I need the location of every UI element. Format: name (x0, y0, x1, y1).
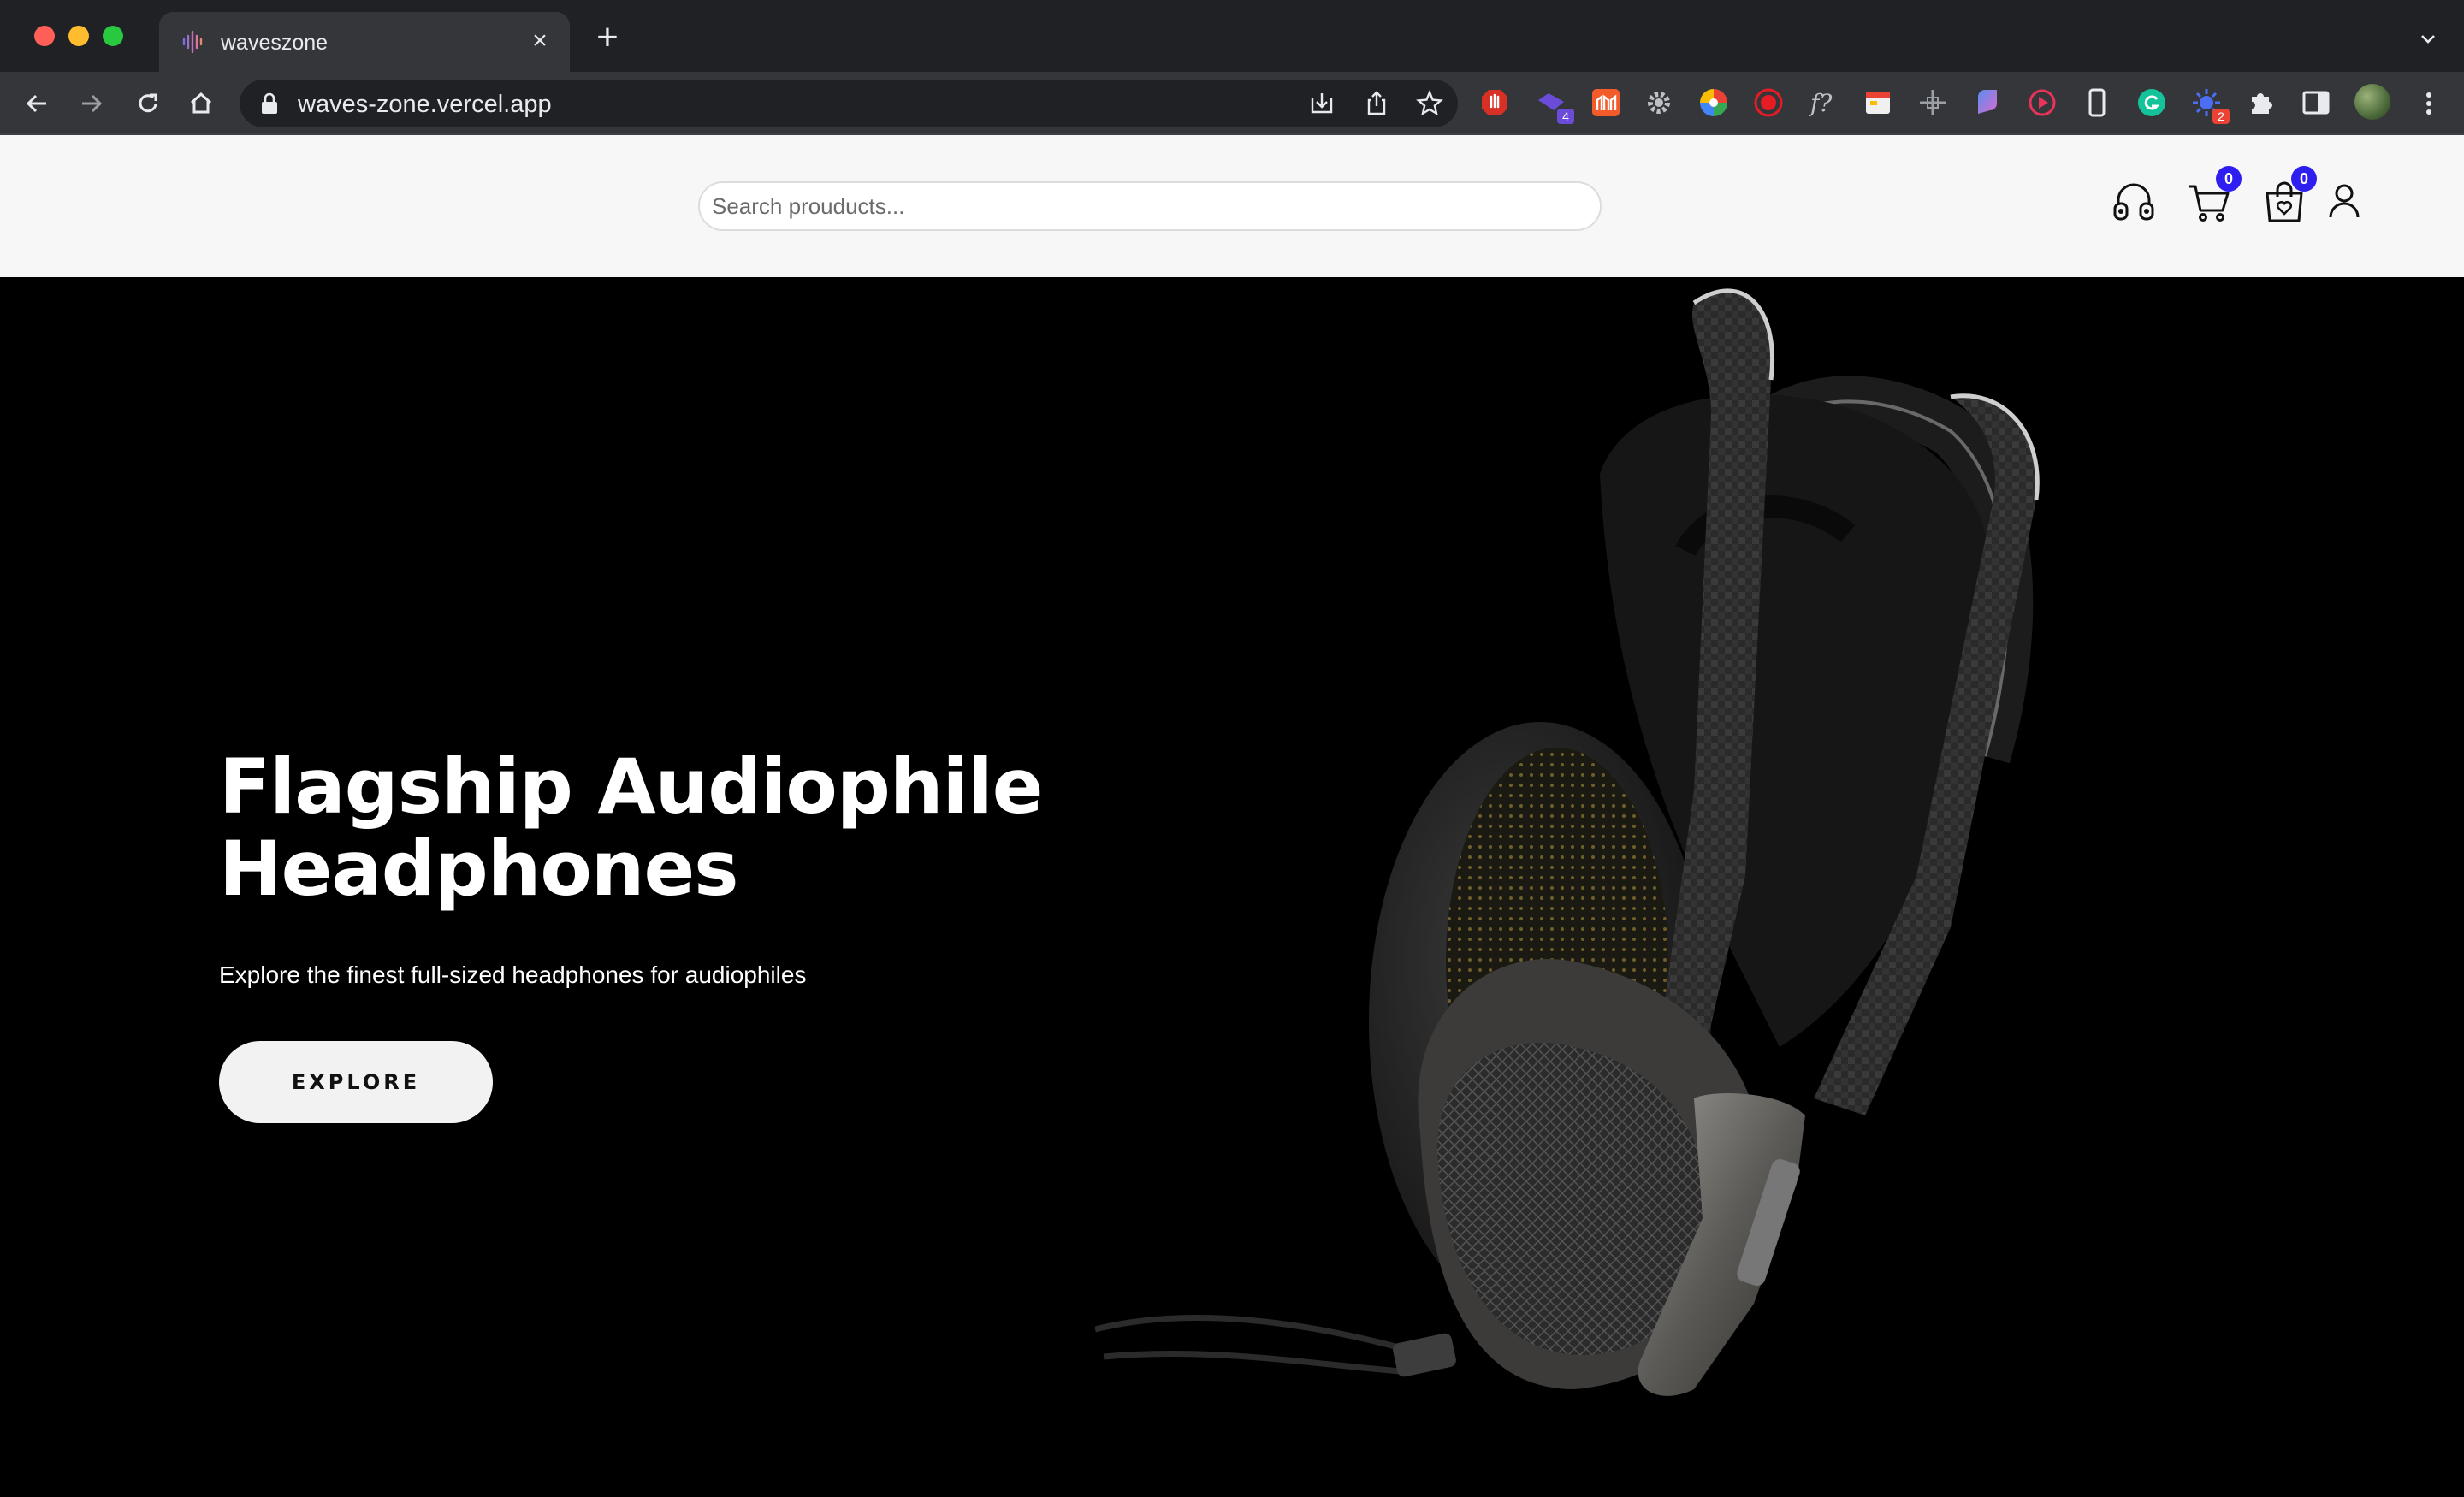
record-icon[interactable] (1752, 86, 1785, 119)
hero-subtitle: Explore the finest full-sized headphones… (219, 962, 807, 988)
forward-icon[interactable] (75, 87, 108, 120)
browser-toolbar: waves-zone.vercel.app 4 f? 2 (0, 72, 2464, 135)
browser-tab[interactable]: waveszone × (159, 12, 570, 72)
grammarly-icon[interactable] (2135, 86, 2168, 119)
hero-title: Flagship Audiophile Headphones (219, 746, 1160, 910)
ruler-extension-icon[interactable] (1916, 86, 1949, 119)
device-extension-icon[interactable] (2081, 86, 2113, 119)
home-icon[interactable] (185, 87, 217, 120)
hero-title-line2: Headphones (219, 825, 739, 913)
minimize-window-button[interactable] (68, 26, 89, 46)
user-icon (2329, 184, 2360, 218)
lock-icon[interactable] (260, 92, 279, 115)
extension-gradient-icon[interactable] (1971, 86, 2004, 119)
back-icon[interactable] (21, 87, 53, 120)
puzzle-icon[interactable] (2245, 86, 2277, 119)
colorwheel-icon[interactable] (1697, 86, 1730, 119)
reload-icon[interactable] (132, 87, 164, 120)
url-text[interactable]: waves-zone.vercel.app (298, 91, 552, 119)
tab-close-icon[interactable]: × (525, 27, 554, 56)
calendar-extension-icon[interactable] (1862, 86, 1894, 119)
wishlist-bag-button[interactable]: 0 (2260, 166, 2317, 226)
font-finder-icon[interactable]: f? (1807, 86, 1839, 119)
cart-count-badge: 0 (2216, 166, 2242, 192)
cart-button[interactable]: 0 (2185, 166, 2242, 226)
hero-title-line1: Flagship Audiophile (219, 743, 1043, 831)
wishlist-count-badge: 0 (2291, 166, 2317, 192)
headphones-hero-image (1095, 288, 2040, 1396)
new-tab-button[interactable]: + (590, 19, 625, 56)
chrome-menu-icon[interactable] (2413, 87, 2445, 120)
address-bar[interactable]: waves-zone.vercel.app (240, 80, 1458, 127)
gear-extension-icon[interactable] (1643, 86, 1675, 119)
search-input[interactable] (698, 181, 1602, 231)
explore-button[interactable]: EXPLORE (219, 1041, 493, 1123)
close-window-button[interactable] (34, 26, 55, 46)
waveszone-logo[interactable] (106, 173, 164, 234)
bookmark-star-icon[interactable] (1415, 89, 1444, 118)
site-header: 0 0 (0, 135, 2464, 277)
extension-blue-icon[interactable]: 2 (2190, 86, 2230, 124)
waveszone-favicon-icon (182, 30, 203, 54)
install-app-icon[interactable] (1307, 89, 1336, 118)
adblock-icon[interactable] (1478, 86, 1511, 119)
svg-text:f?: f? (1809, 89, 1833, 117)
browser-tabbar: waveszone × + (0, 0, 2464, 72)
extension-orange-icon[interactable] (1590, 86, 1622, 119)
profile-avatar[interactable] (2354, 84, 2390, 120)
tab-search-chevron-icon[interactable] (2418, 29, 2438, 50)
maximize-window-button[interactable] (103, 26, 123, 46)
tab-title: waveszone (221, 31, 329, 55)
headphones-icon[interactable] (2110, 178, 2158, 226)
play-extension-icon[interactable] (2026, 86, 2058, 119)
extension-purple-icon[interactable]: 4 (1535, 86, 1574, 124)
sidepanel-icon[interactable] (2300, 86, 2332, 119)
share-icon[interactable] (1362, 89, 1391, 118)
hero-section: Flagship Audiophile Headphones Explore t… (0, 277, 2464, 1497)
account-button[interactable] (2320, 178, 2368, 226)
